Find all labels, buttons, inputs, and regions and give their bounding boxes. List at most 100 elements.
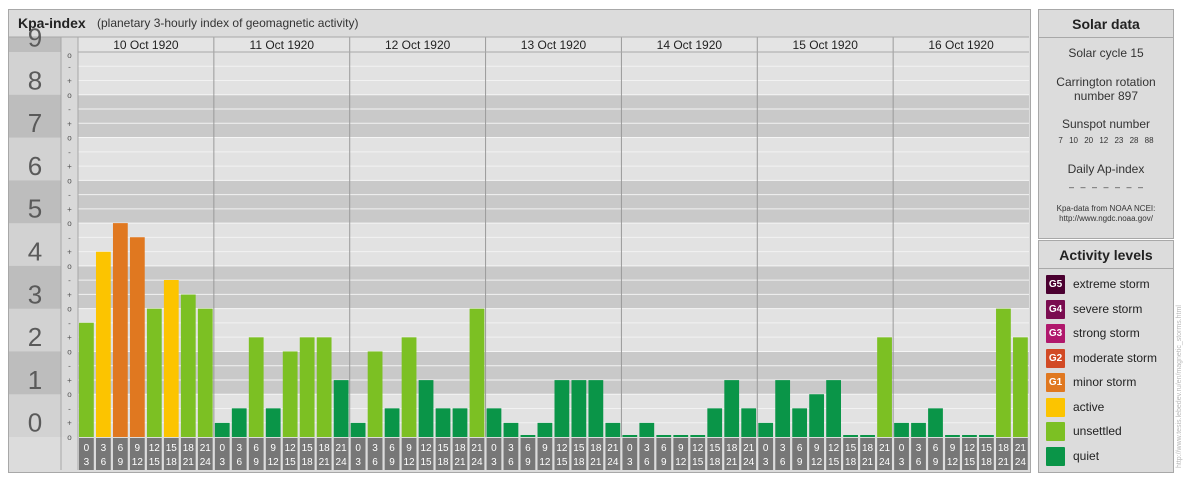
carrington-line1: Carrington rotation [1056,75,1156,89]
hour-label-start: 12 [420,443,432,454]
kp-bar [945,435,960,437]
kp-band-3 [78,265,1029,309]
hour-label-start: 0 [219,443,225,454]
hour-label-end: 15 [556,457,568,468]
hour-label-end: 24 [471,457,483,468]
hour-label-start: 15 [709,443,721,454]
hour-label-end: 6 [644,457,650,468]
y-tick-label: 3 [28,279,42,309]
minor-tick-label: + [67,248,72,257]
hour-label-end: 21 [319,457,331,468]
minor-tick-label: - [68,62,71,71]
minor-tick-label: + [67,205,72,214]
hour-label-end: 21 [726,457,738,468]
hour-label-end: 9 [253,457,259,468]
minor-tick-label: - [68,105,71,114]
legend-label: moderate storm [1073,350,1158,365]
hour-label-start: 21 [471,443,483,454]
kp-band-5 [78,180,1029,224]
minor-tick-label: - [68,362,71,371]
kp-band-6 [78,137,1029,181]
kp-bar [996,308,1011,437]
kp-bar [95,251,111,437]
legend-swatch: G1 [1046,373,1065,392]
hour-label-end: 6 [780,457,786,468]
hour-label-start: 6 [797,443,803,454]
kp-bar [163,280,179,437]
y-tick-label: 6 [28,151,42,181]
kp-bar [928,408,943,437]
kp-bar [1013,337,1028,437]
hour-label-start: 15 [573,443,585,454]
kp-bar [911,422,926,437]
hour-label-start: 12 [964,443,976,454]
kp-bar [333,380,349,437]
kp-bar [503,422,519,437]
hour-label-end: 12 [947,457,959,468]
day-label: 13 Oct 1920 [521,38,587,52]
legend-label: severe storm [1073,301,1143,316]
hour-label-end: 18 [302,457,314,468]
hour-label-end: 9 [118,457,124,468]
legend-label: quiet [1073,448,1100,463]
kp-band-7 [78,94,1029,138]
hour-label-end: 15 [420,457,432,468]
hour-label-end: 3 [491,457,497,468]
hour-label-start: 18 [183,443,195,454]
hour-label-end: 21 [998,457,1010,468]
legend-swatch [1046,422,1065,441]
hour-label-end: 18 [573,457,585,468]
kp-bar [622,435,638,437]
legend-swatch [1046,397,1065,417]
hour-label-start: 3 [644,443,650,454]
hour-label-end: 6 [916,457,922,468]
credit-vertical-text: http://www.tesis.lebedev.ru/en/magnetic_… [1176,305,1183,468]
hour-label-end: 18 [166,457,178,468]
kp-bar [673,435,689,437]
minor-tick-label: + [67,376,72,385]
hour-label-start: 21 [336,443,348,454]
hour-label-end: 3 [219,457,225,468]
hour-label-start: 18 [319,443,331,454]
hour-label-end: 21 [862,457,874,468]
hour-label-start: 0 [491,443,497,454]
kp-bar [741,408,757,437]
hour-label-end: 9 [933,457,939,468]
hour-label-end: 12 [539,457,551,468]
kp-bar [469,308,485,437]
kp-band-4 [78,223,1029,266]
hour-label-start: 0 [627,443,633,454]
hour-label-start: 18 [590,443,602,454]
hour-label-start: 9 [950,443,956,454]
hour-label-end: 21 [183,457,195,468]
hour-label-start: 15 [845,443,857,454]
kp-bar [248,337,264,437]
hour-label-end: 15 [149,457,161,468]
kp-bar [79,322,94,437]
minor-tick-label: - [68,191,71,200]
hour-label-start: 15 [166,443,178,454]
kp-bar [894,422,909,437]
kp-bar [826,380,841,437]
hour-label-end: 6 [101,457,107,468]
hour-label-end: 18 [981,457,993,468]
hour-label-end: 24 [879,457,891,468]
minor-tick-label: + [67,162,72,171]
hour-label-start: 18 [726,443,738,454]
kp-band-8 [78,52,1029,95]
hour-label-end: 6 [508,457,514,468]
hour-label-end: 12 [132,457,144,468]
kp-bar [639,422,655,437]
minor-tick-label: + [67,119,72,128]
kp-bar [860,435,875,437]
kp-bar [656,435,672,437]
y-tick-label: 2 [28,322,42,352]
hour-label-start: 21 [1015,443,1027,454]
day-label: 16 Oct 1920 [928,38,994,52]
minor-tick-label: - [68,319,71,328]
kp-bar [588,380,604,437]
hour-label-end: 12 [268,457,280,468]
kp-bar [401,337,417,437]
hour-label-end: 24 [200,457,212,468]
minor-tick-label: o [67,433,72,442]
